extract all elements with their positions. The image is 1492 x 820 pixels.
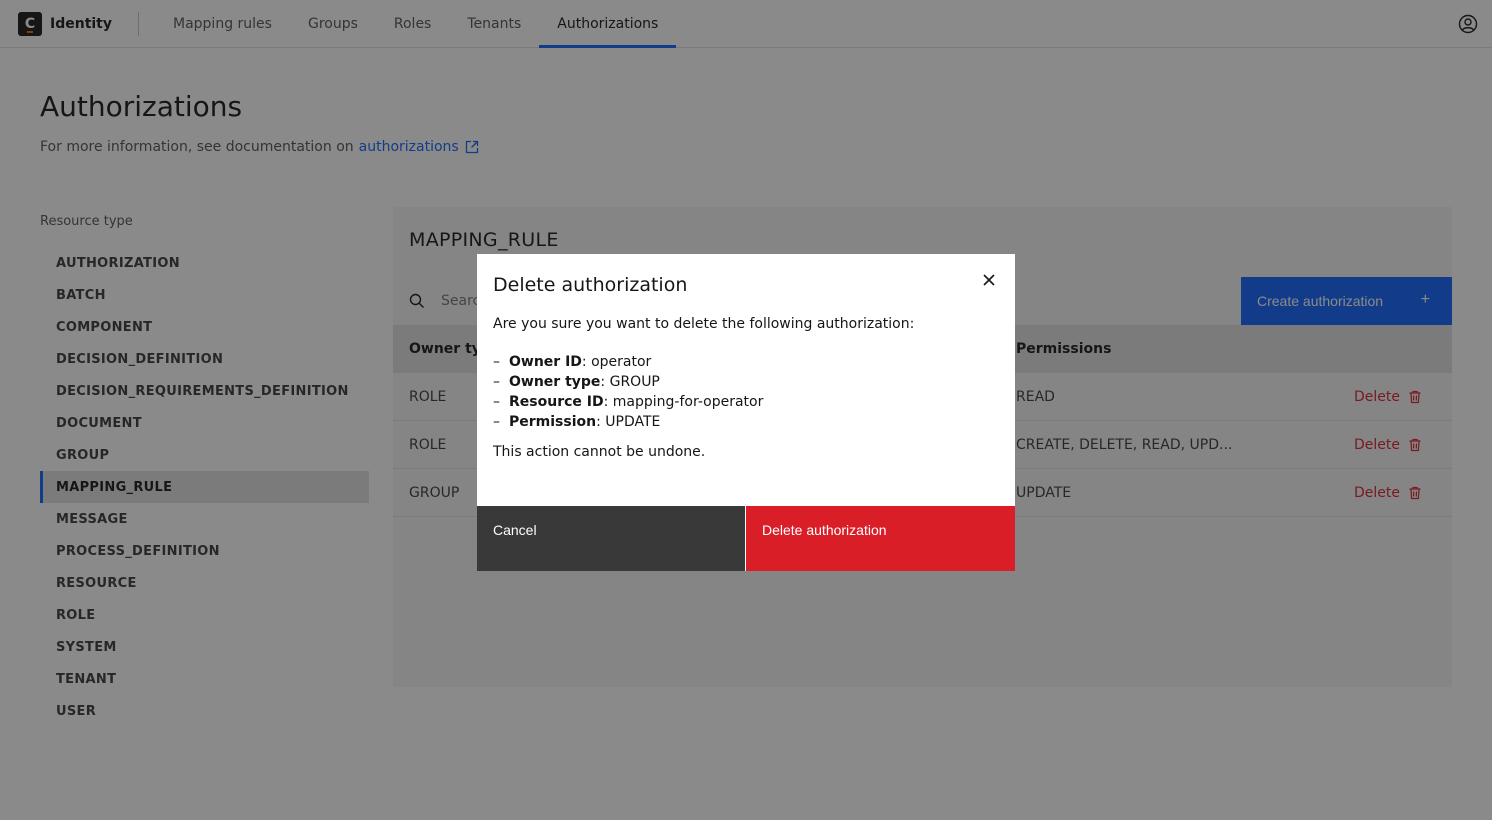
- detail-value: GROUP: [609, 374, 660, 390]
- detail-value: mapping-for-operator: [612, 394, 764, 410]
- cancel-button[interactable]: Cancel: [477, 506, 745, 571]
- delete-authorization-modal: Delete authorization Are you sure you wa…: [477, 254, 1015, 571]
- detail-permission: – Permission: UPDATE: [493, 414, 661, 430]
- detail-owner-type: – Owner type: GROUP: [493, 374, 660, 390]
- delete-authorization-button[interactable]: Delete authorization: [746, 506, 1015, 571]
- modal-title: Delete authorization: [493, 274, 688, 296]
- modal-body: Are you sure you want to delete the foll…: [493, 316, 914, 460]
- detail-label: Owner type: [509, 374, 601, 390]
- detail-value: UPDATE: [605, 414, 661, 430]
- close-button[interactable]: [979, 270, 999, 290]
- detail-label: Resource ID: [509, 394, 604, 410]
- modal-intro: Are you sure you want to delete the foll…: [493, 316, 915, 332]
- close-icon: [983, 274, 995, 286]
- modal-warning: This action cannot be undone.: [493, 444, 706, 460]
- detail-label: Owner ID: [509, 354, 582, 370]
- detail-label: Permission: [509, 414, 597, 430]
- detail-value: operator: [591, 354, 652, 370]
- authorization-details: – Owner ID: operator – Owner type: GROUP –…: [493, 352, 914, 432]
- detail-owner-id: – Owner ID: operator: [493, 354, 652, 370]
- detail-resource-id: – Resource ID: mapping-for-operator: [493, 394, 764, 410]
